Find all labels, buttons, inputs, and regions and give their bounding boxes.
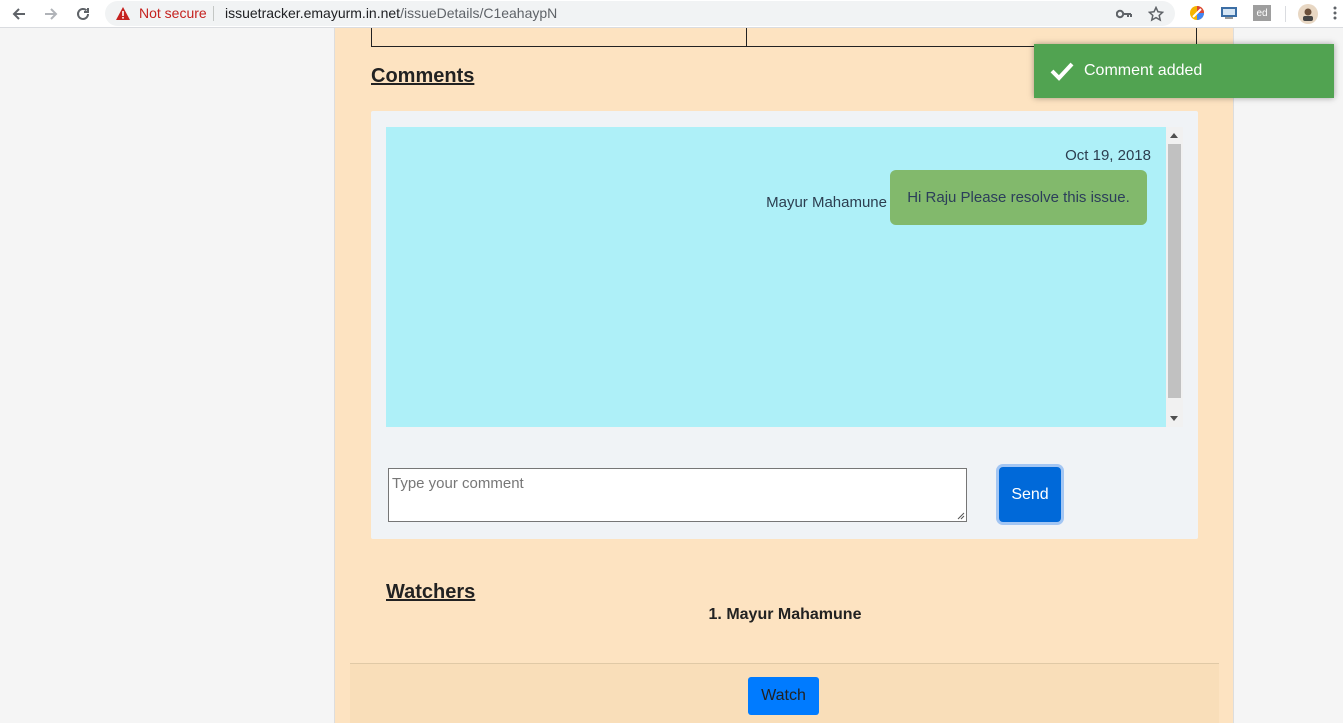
security-status[interactable]: Not secure [139,5,207,21]
extension-ed-icon[interactable]: ed [1253,5,1271,21]
scroll-up-arrow-icon[interactable] [1170,133,1178,138]
toolbar-divider [1285,6,1286,22]
checkmark-icon [1050,59,1074,83]
forward-button[interactable] [40,3,62,25]
comment-bubble: Hi Raju Please resolve this issue. [890,170,1147,225]
url-host: issuetracker.emayurm.in.net [225,5,401,21]
watchers-heading: Watchers [386,581,476,603]
resize-grip-icon[interactable] [955,510,965,520]
send-button[interactable]: Send [999,467,1061,522]
profile-avatar-icon[interactable] [1298,4,1318,24]
warning-icon [115,6,131,26]
reload-icon [77,7,89,20]
comments-heading: Comments [371,65,475,87]
browser-toolbar: Not secure issuetracker.emayurm.in.net/i… [0,0,1343,28]
arrow-right-icon [45,8,58,20]
comments-scrollbar[interactable] [1166,127,1183,427]
issue-details-page: Comments Oct 19, 2018 Mayur Mahamune Hi … [334,28,1234,723]
toast-notification[interactable]: Comment added [1034,44,1334,98]
scroll-thumb[interactable] [1168,144,1181,398]
toast-message: Comment added [1084,62,1203,79]
extension-screen-icon[interactable] [1220,4,1238,22]
comment-author: Mayur Mahamune [766,194,887,211]
watch-button[interactable]: Watch [748,677,819,715]
url-path: /issueDetails/C1eahaypN [400,5,558,21]
menu-kebab-icon[interactable] [1330,4,1340,22]
url-text[interactable]: issuetracker.emayurm.in.net/issueDetails… [225,5,557,21]
comment-input[interactable] [388,468,967,522]
bookmark-star-icon[interactable] [1147,5,1165,23]
table-column-divider [746,28,747,46]
extension-color-icon[interactable] [1188,4,1206,22]
comments-list[interactable]: Oct 19, 2018 Mayur Mahamune Hi Raju Plea… [386,127,1183,427]
comment-date: Oct 19, 2018 [1065,147,1151,164]
comments-panel: Oct 19, 2018 Mayur Mahamune Hi Raju Plea… [371,111,1198,539]
watcher-item: 1. Mayur Mahamune [708,606,862,623]
key-icon[interactable] [1115,5,1133,23]
arrow-left-icon [12,8,25,20]
omnibox-divider [213,6,214,21]
scroll-down-arrow-icon[interactable] [1170,416,1178,421]
reload-button[interactable] [72,3,94,25]
address-bar[interactable]: Not secure issuetracker.emayurm.in.net/i… [105,1,1175,26]
page-footer: Watch [350,663,1219,723]
back-button[interactable] [8,3,30,25]
